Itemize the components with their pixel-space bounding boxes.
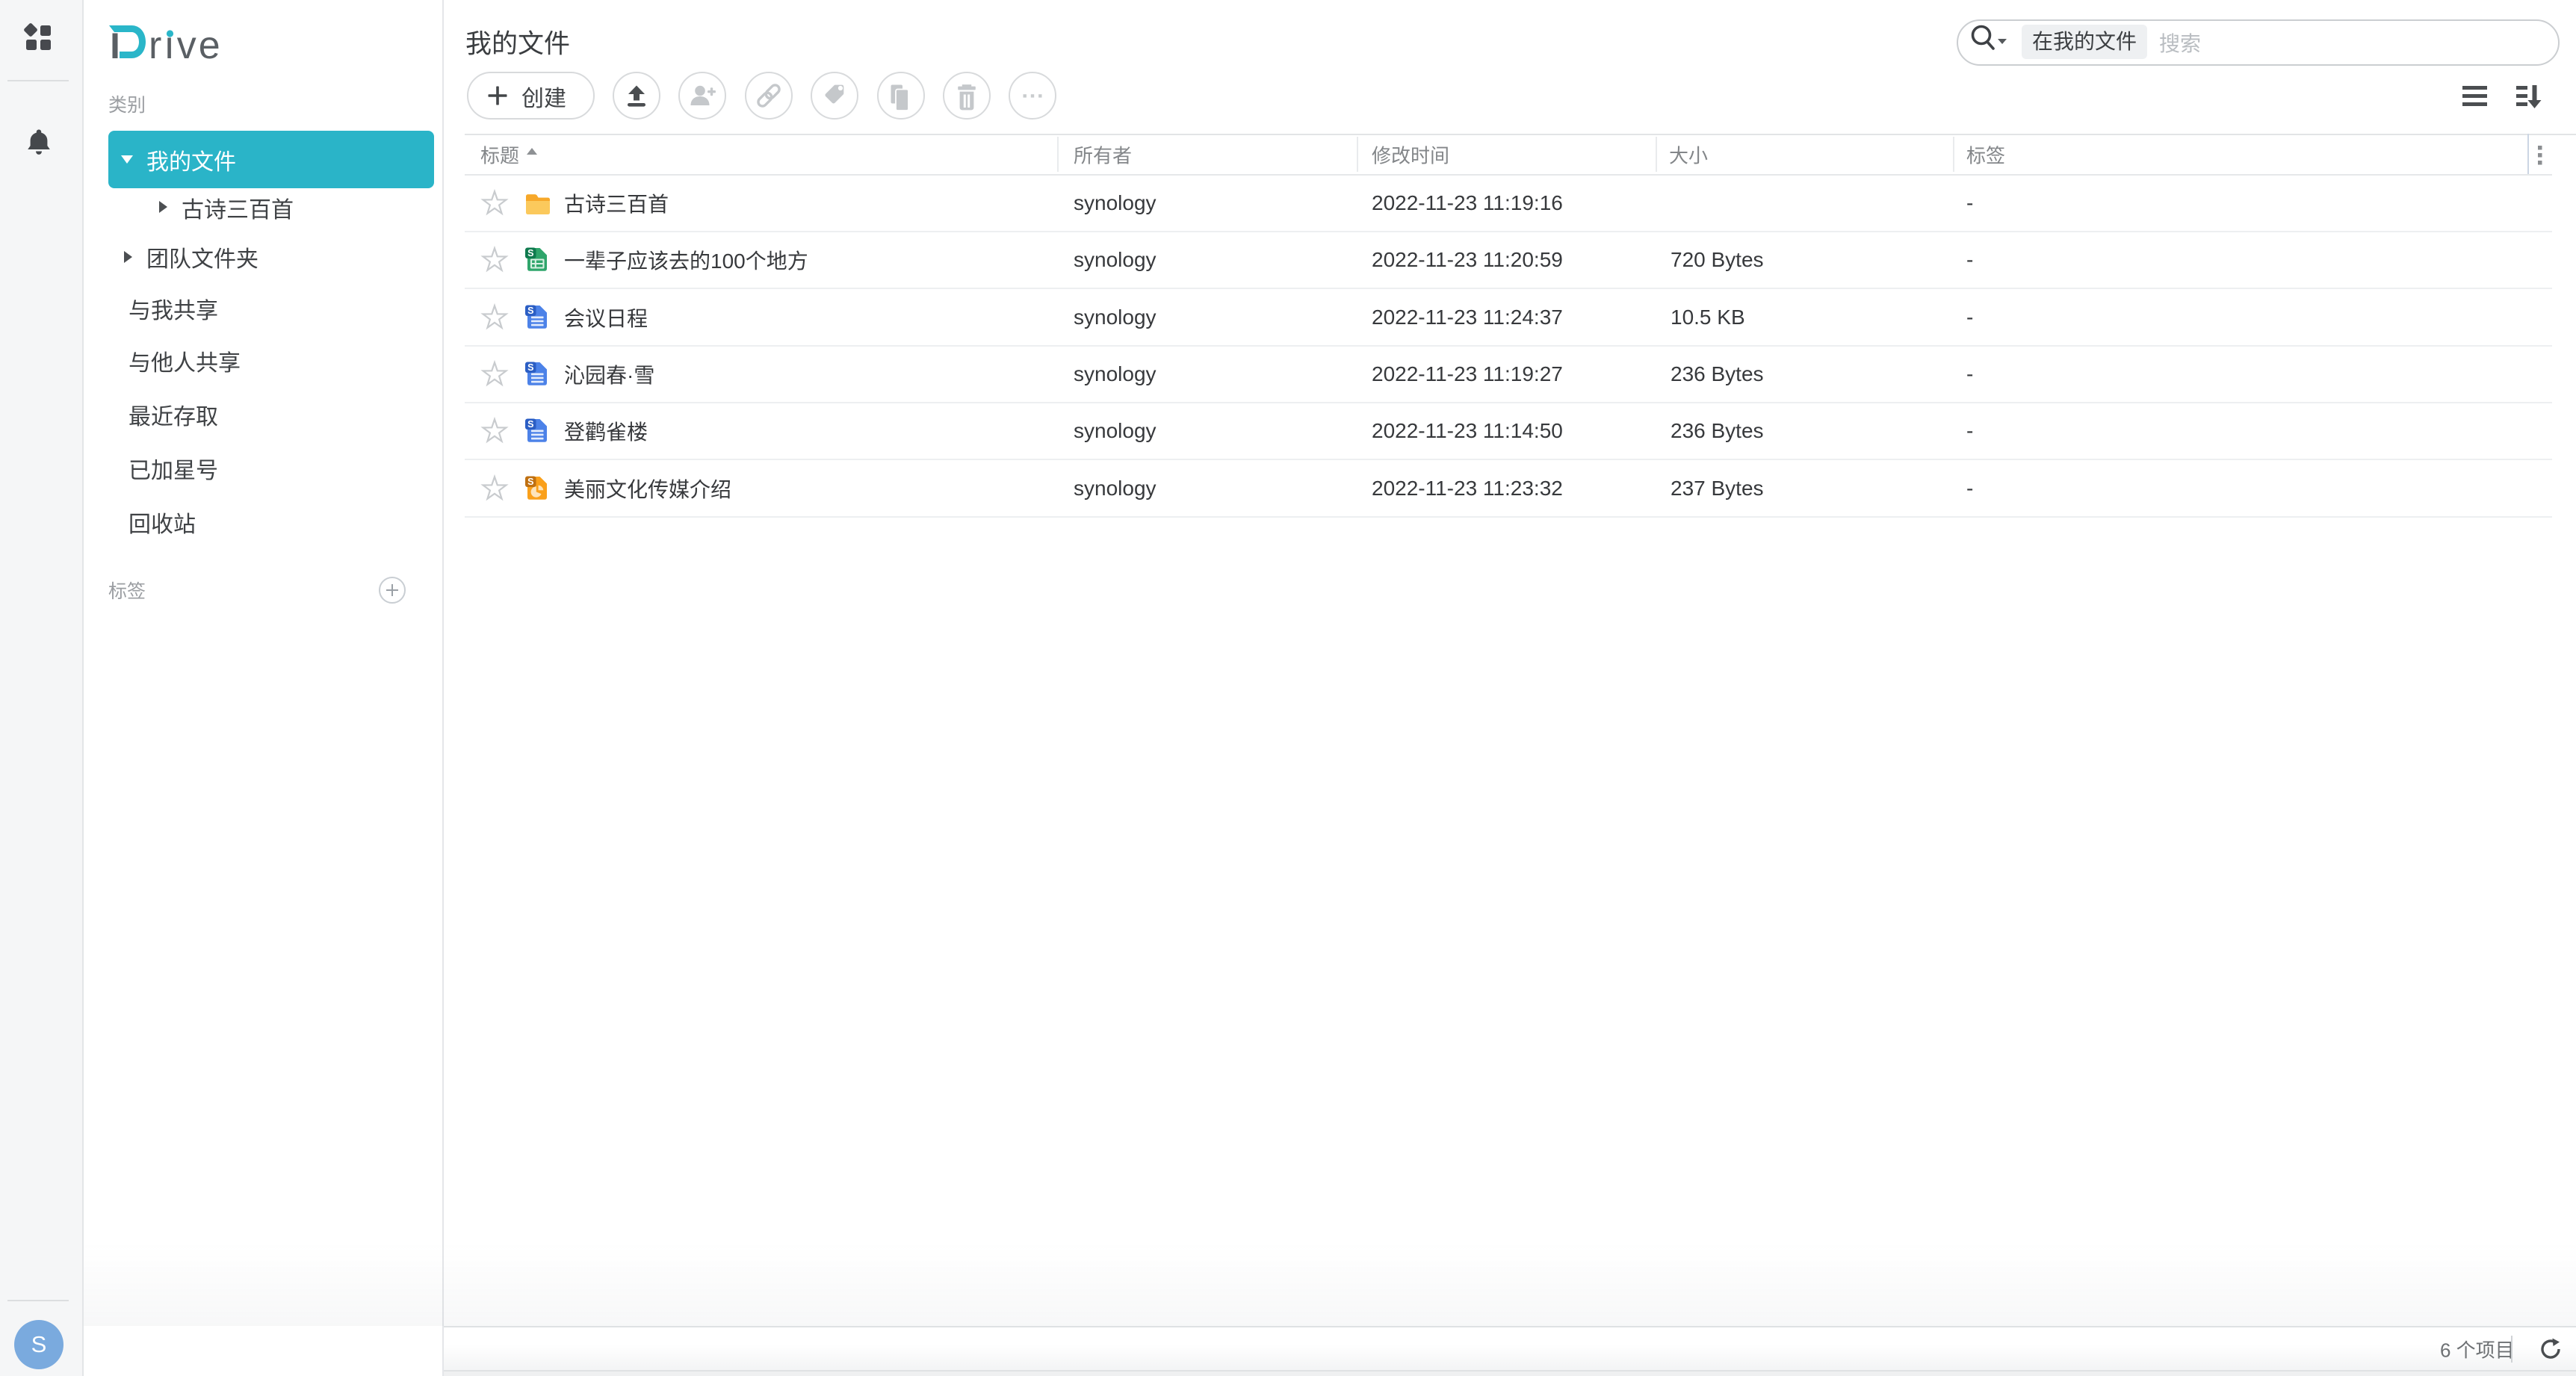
- svg-text:S: S: [527, 477, 533, 487]
- svg-text:S: S: [527, 362, 533, 373]
- svg-text:S: S: [527, 248, 533, 258]
- svg-text:S: S: [527, 306, 533, 316]
- svg-text:S: S: [527, 419, 533, 430]
- svg-text:rıve: rıve: [149, 24, 223, 63]
